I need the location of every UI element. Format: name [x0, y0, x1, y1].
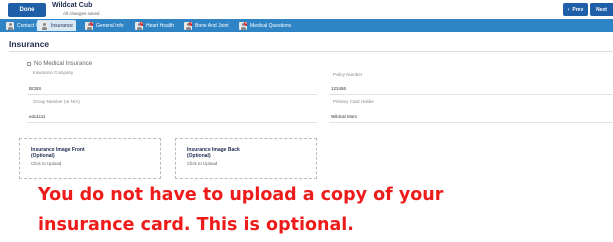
- annotation-note: You do not have to upload a copy of your…: [38, 180, 608, 240]
- upload-front-title-line2: (Optional): [31, 153, 55, 159]
- insurance-company-field[interactable]: BCBS: [29, 86, 41, 91]
- upload-front-title: Insurance Image Front (Optional): [31, 147, 85, 159]
- top-bar: Done Wildcat Cub All changes saved ‹ Pre…: [0, 0, 613, 19]
- primary-card-holder-underline: [329, 122, 613, 123]
- tab-badge: 12: [140, 21, 143, 26]
- tab-badge: 8: [189, 21, 192, 26]
- next-button[interactable]: Next: [590, 3, 613, 16]
- person-icon: [6, 21, 14, 30]
- prev-label: Prev: [572, 6, 584, 13]
- policy-number-field[interactable]: 123456: [331, 86, 346, 91]
- tab-insurance[interactable]: Insurance: [37, 20, 76, 31]
- no-medical-insurance-label: No Medical Insurance: [34, 61, 93, 67]
- insurance-image-back-upload[interactable]: Insurance Image Back (Optional) Click to…: [175, 138, 317, 179]
- tab-bone-and-joint[interactable]: 8 Bone And Joint: [181, 20, 232, 31]
- insurance-company-underline: [27, 94, 317, 95]
- annotation-note-line2: insurance card. This is optional.: [38, 215, 354, 235]
- group-number-label: Group Number (or N/A): [33, 99, 80, 104]
- tab-label: Bone And Joint: [195, 22, 229, 29]
- policy-number-underline: [329, 94, 613, 95]
- insurance-image-front-upload[interactable]: Insurance Image Front (Optional) Click t…: [19, 138, 161, 179]
- tab-strip: Contact Info Insurance 5 General Info 12…: [0, 19, 613, 32]
- policy-number-label: Policy Number: [333, 72, 363, 77]
- section-title: Insurance: [9, 39, 50, 49]
- person-icon: 12: [135, 21, 143, 30]
- tab-label: General Info: [96, 22, 124, 29]
- primary-card-holder-field[interactable]: Wildcat Mom: [331, 114, 357, 119]
- student-name: Wildcat Cub: [52, 2, 93, 9]
- tab-badge: 26: [244, 21, 247, 26]
- checkbox-icon: [27, 62, 31, 66]
- done-button[interactable]: Done: [8, 3, 46, 17]
- tab-label: Insurance: [51, 22, 73, 29]
- upload-back-hint: Click to Upload: [187, 161, 218, 166]
- tab-heart-health[interactable]: 12 Heart Health: [132, 20, 177, 31]
- tab-label: Heart Health: [146, 22, 175, 29]
- tab-label: Medical Questions: [250, 22, 292, 29]
- person-icon: [40, 21, 48, 30]
- group-number-underline: [27, 122, 317, 123]
- person-icon: 26: [239, 21, 247, 30]
- person-icon: 8: [184, 21, 192, 30]
- tab-medical-questions[interactable]: 26 Medical Questions: [236, 20, 294, 31]
- tab-general-info[interactable]: 5 General Info: [82, 20, 127, 31]
- prev-button[interactable]: ‹ Prev: [563, 3, 588, 16]
- person-icon: 5: [85, 21, 93, 30]
- chevron-left-icon: ‹: [567, 6, 570, 13]
- save-status: All changes saved: [63, 11, 100, 16]
- no-medical-insurance-checkbox[interactable]: No Medical Insurance: [27, 61, 92, 67]
- annotation-note-line1: You do not have to upload a copy of your: [38, 185, 444, 205]
- upload-back-title: Insurance Image Back (Optional): [187, 147, 240, 159]
- section-divider: [9, 51, 613, 52]
- upload-back-title-line2: (Optional): [187, 153, 211, 159]
- insurance-company-label: Insurance Company: [33, 70, 74, 75]
- group-number-field[interactable]: edu1111: [29, 114, 46, 119]
- tab-badge: 5: [90, 21, 93, 26]
- primary-card-holder-label: Primary Card Holder: [333, 99, 375, 104]
- upload-front-hint: Click to Upload: [31, 161, 62, 166]
